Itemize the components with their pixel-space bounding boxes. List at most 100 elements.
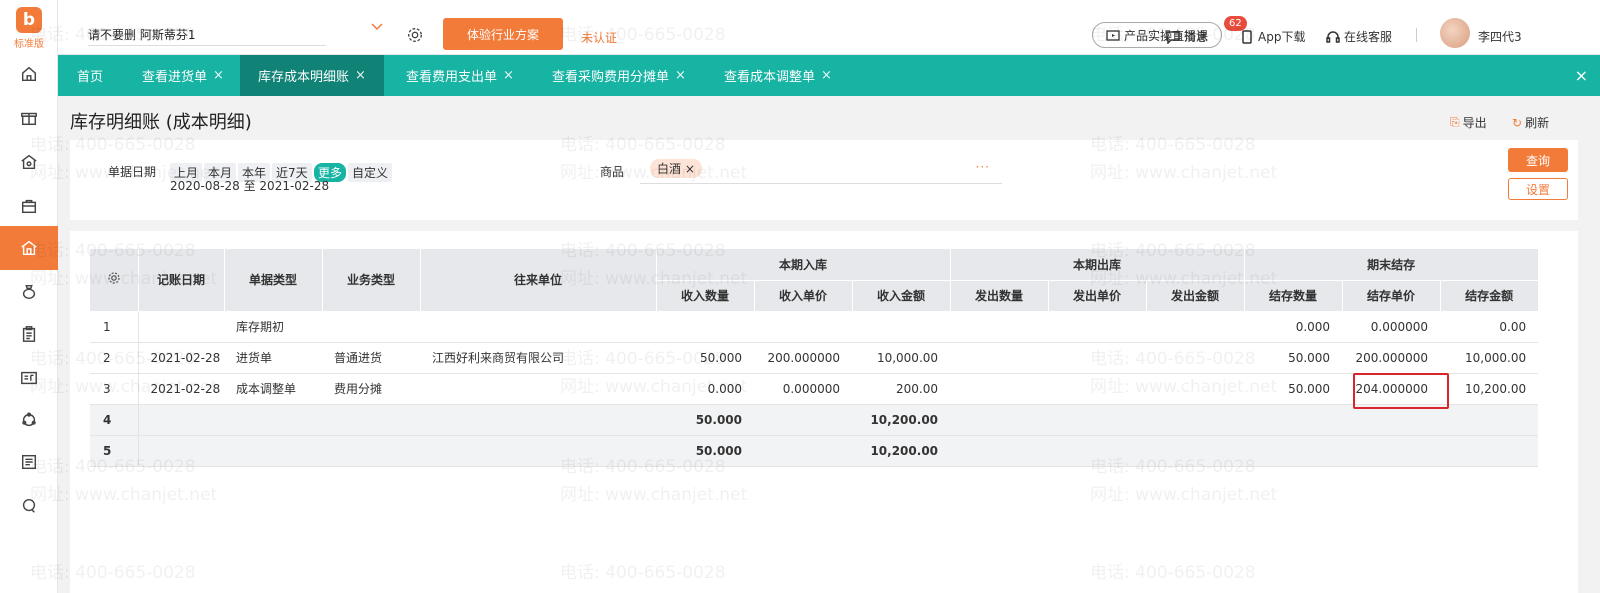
refresh-button[interactable]: ↻ 刷新: [1512, 114, 1549, 131]
header-end-qty[interactable]: 结存数量: [1244, 280, 1343, 312]
cell-biz-type: 费用分摊: [322, 373, 420, 405]
close-icon[interactable]: ×: [213, 68, 224, 83]
close-icon[interactable]: ×: [821, 68, 832, 83]
left-sidebar: b 标准版: [0, 0, 58, 593]
sidebar-bag-icon[interactable]: [0, 184, 58, 228]
header-partner[interactable]: 往来单位: [420, 249, 657, 312]
messages-link[interactable]: 消息: [1166, 28, 1208, 45]
tab-purchase-expense-allocation[interactable]: 查看采购费用分摊单 ×: [544, 55, 694, 96]
header-end-price[interactable]: 结存单价: [1342, 280, 1441, 312]
cell-in-amount: 200.00: [852, 373, 951, 405]
cell-biz-type: [322, 311, 420, 343]
tab-expense-order[interactable]: 查看费用支出单 ×: [398, 55, 522, 96]
cell-date: 2021-02-28: [138, 373, 224, 405]
header-in-qty[interactable]: 收入数量: [656, 280, 755, 312]
tv-icon: [1106, 30, 1120, 41]
cell-end-price: 204.000000: [1342, 373, 1441, 405]
cell-out-qty: [950, 342, 1049, 374]
cell-doc-type[interactable]: 进货单: [224, 342, 322, 374]
cell-end-amount: 10,000.00: [1440, 342, 1539, 374]
close-icon[interactable]: ×: [503, 68, 514, 83]
cell-doc-type[interactable]: 库存期初: [224, 311, 322, 343]
sidebar-gift-icon[interactable]: [0, 96, 58, 140]
column-settings-header[interactable]: [90, 249, 139, 312]
table-row[interactable]: 2 2021-02-28 进货单 普通进货 江西好利来商贸有限公司 50.000…: [90, 342, 1539, 374]
cell-doc-type[interactable]: 成本调整单: [224, 373, 322, 405]
goods-filter-input[interactable]: 白酒 × ···: [640, 154, 1002, 184]
chip-custom[interactable]: 自定义: [348, 163, 393, 182]
message-icon: [1166, 30, 1180, 44]
sidebar-inventory-icon[interactable]: [0, 226, 58, 270]
tab-home[interactable]: 首页: [58, 55, 122, 96]
user-name[interactable]: 李四代3: [1478, 28, 1522, 45]
sidebar-money-bag-icon[interactable]: [0, 270, 58, 314]
unverified-link[interactable]: 未认证: [581, 29, 617, 46]
header-out-amount[interactable]: 发出金额: [1146, 280, 1245, 312]
query-button[interactable]: 查询: [1508, 148, 1568, 172]
tab-label: 查看成本调整单: [724, 70, 816, 85]
header-out-qty[interactable]: 发出数量: [950, 280, 1049, 312]
chevron-down-icon[interactable]: [370, 22, 384, 32]
topbar-divider: [1416, 28, 1417, 42]
row-number: 2: [90, 342, 139, 374]
cell-end-qty: 50.000: [1244, 373, 1343, 405]
more-options-icon[interactable]: ···: [976, 160, 990, 174]
cell-partner: 江西好利来商贸有限公司: [420, 342, 656, 374]
cell-in-qty: [656, 311, 754, 343]
header-in-price[interactable]: 收入单价: [754, 280, 853, 312]
tab-inventory-cost-ledger[interactable]: 库存成本明细账 ×: [240, 55, 384, 96]
table-row[interactable]: 3 2021-02-28 成本调整单 费用分摊 0.000 0.000000 2…: [90, 373, 1539, 405]
cell-date: 2021-02-28: [138, 342, 224, 374]
date-to: 2021-02-28: [259, 179, 330, 193]
header-out-price[interactable]: 发出单价: [1048, 280, 1147, 312]
cell-out-qty: [950, 373, 1049, 405]
export-button[interactable]: ⎘ 导出: [1450, 114, 1487, 131]
gear-icon[interactable]: [107, 271, 121, 285]
account-selector[interactable]: 请不要删 阿斯蒂芬1: [88, 16, 326, 46]
tab-cost-adjustment[interactable]: 查看成本调整单 ×: [716, 55, 840, 96]
table-row[interactable]: 1 库存期初 0.000 0.000000 0.00: [90, 311, 1539, 343]
sidebar-warehouse-icon[interactable]: [0, 140, 58, 184]
sidebar-report-icon[interactable]: [0, 356, 58, 400]
top-bar: 请不要删 阿斯蒂芬1 体验行业方案 未认证 产品实操直播课 消息 62 App下…: [58, 0, 1600, 55]
date-filter-label: 单据日期: [108, 165, 157, 179]
cell-date: [138, 311, 224, 343]
cell-out-price: [1048, 373, 1147, 405]
sidebar-chat-icon[interactable]: [0, 484, 58, 528]
cell-partner: [420, 373, 656, 405]
app-download-link[interactable]: App下载: [1240, 28, 1305, 45]
online-service-link[interactable]: 在线客服: [1326, 28, 1392, 45]
sidebar-cycle-icon[interactable]: [0, 398, 58, 442]
header-biz-type[interactable]: 业务类型: [322, 249, 421, 312]
app-logo[interactable]: b 标准版: [0, 0, 58, 56]
sidebar-home-icon[interactable]: [0, 52, 58, 96]
cell-in-amount: 10,000.00: [852, 342, 951, 374]
tab-bar: 首页 查看进货单 × 库存成本明细账 × 查看费用支出单 × 查看采购费用分摊单…: [58, 55, 1600, 96]
total-in-amount: 10,200.00: [852, 404, 951, 436]
date-from: 2020-08-28: [170, 179, 240, 193]
tab-label: 查看费用支出单: [406, 70, 498, 85]
online-service-label: 在线客服: [1344, 30, 1393, 44]
goods-tag-label: 白酒: [657, 162, 682, 176]
gear-icon[interactable]: [406, 26, 424, 44]
header-end-amount[interactable]: 结存金额: [1440, 280, 1539, 312]
cell-in-qty: 50.000: [656, 342, 754, 374]
refresh-label: 刷新: [1525, 116, 1550, 130]
close-icon[interactable]: ×: [675, 68, 686, 83]
sidebar-document-icon[interactable]: [0, 440, 58, 484]
ledger-panel: 记账日期 单据类型 业务类型 往来单位 本期入库 本期出库 期末结存 收入数量 …: [70, 231, 1578, 593]
close-icon[interactable]: ×: [685, 162, 695, 176]
close-icon[interactable]: ×: [355, 68, 366, 83]
header-in-amount[interactable]: 收入金额: [852, 280, 951, 312]
close-all-tabs-icon[interactable]: ×: [1575, 66, 1588, 85]
settings-button[interactable]: 设置: [1508, 178, 1568, 200]
goods-tag[interactable]: 白酒 ×: [650, 159, 702, 178]
header-doc-type[interactable]: 单据类型: [224, 249, 323, 312]
total-row: 5 50.000 10,200.00: [90, 435, 1539, 467]
avatar[interactable]: [1440, 18, 1470, 48]
try-industry-plan-button[interactable]: 体验行业方案: [443, 18, 563, 50]
tab-purchase-order[interactable]: 查看进货单 ×: [134, 55, 232, 96]
header-post-date[interactable]: 记账日期: [138, 249, 225, 312]
cell-in-price: 0.000000: [754, 373, 852, 405]
sidebar-clipboard-icon[interactable]: [0, 312, 58, 356]
